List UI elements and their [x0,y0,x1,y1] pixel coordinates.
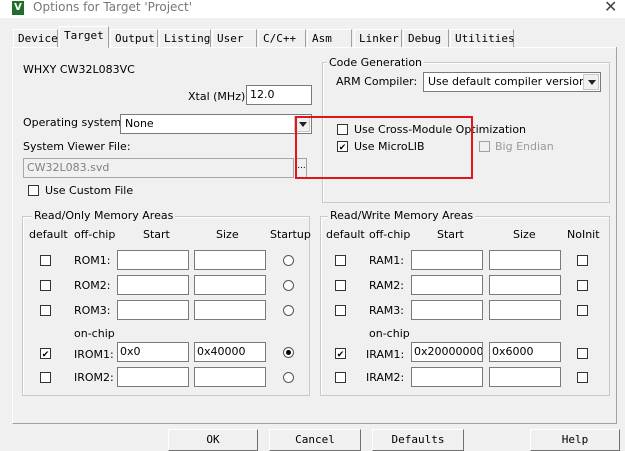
ram2-label: RAM2: [369,279,404,292]
rom2-start-input[interactable] [117,275,189,295]
big-endian-label: Big Endian [495,140,554,153]
tab-debug[interactable]: Debug [403,29,449,47]
rom-header-startup: Startup [270,228,311,241]
rom3-default-checkbox[interactable] [40,305,51,316]
rom3-label: ROM3: [74,304,111,317]
rom2-size-input[interactable] [194,275,266,295]
rom1-start-input[interactable] [117,250,189,270]
tab-target[interactable]: Target [59,26,109,48]
irom2-start-input[interactable] [117,367,189,387]
keil-app-icon: V [12,1,24,15]
tab-listing[interactable]: Listing [159,29,211,47]
irom2-label: IROM2: [74,371,114,384]
svf-input[interactable]: CW32L083.svd [23,158,294,178]
os-label: Operating system: [23,116,125,129]
ram-group-title: Read/Write Memory Areas [328,209,476,222]
iram1-size-input[interactable]: 0x6000 [489,342,561,362]
ram1-noinit-checkbox[interactable] [577,255,588,266]
iram2-default-checkbox[interactable] [335,372,346,383]
tab-linker[interactable]: Linker [354,29,402,47]
os-select[interactable]: None [120,114,312,134]
big-endian-checkbox[interactable] [479,141,490,152]
irom1-label: IROM1: [74,348,114,361]
iram2-size-input[interactable] [489,367,561,387]
ram-header-size: Size [513,228,536,241]
defaults-button[interactable]: Defaults [372,429,464,451]
iram1-label: IRAM1: [366,348,405,361]
ram1-label: RAM1: [369,254,404,267]
rom-header-offchip: off-chip [74,228,116,241]
ram3-default-checkbox[interactable] [335,305,346,316]
rom3-start-input[interactable] [117,300,189,320]
ram3-label: RAM3: [369,304,404,317]
irom2-size-input[interactable] [194,367,266,387]
ram-header-offchip: off-chip [369,228,411,241]
highlight-annotation-box [295,116,473,179]
rom-group-title: Read/Only Memory Areas [32,209,176,222]
code-generation-title: Code Generation [327,56,425,69]
rom2-label: ROM2: [74,279,111,292]
irom1-startup-radio[interactable] [283,347,294,358]
xtal-label: Xtal (MHz): [188,90,249,103]
rom1-label: ROM1: [74,254,111,267]
ram3-size-input[interactable] [489,300,561,320]
ram-header-noinit: NoInit [567,228,600,241]
rom1-size-input[interactable] [194,250,266,270]
rom-onchip-label: on-chip [74,327,115,340]
iram2-noinit-checkbox[interactable] [577,372,588,383]
irom2-startup-radio[interactable] [283,372,294,383]
ram3-noinit-checkbox[interactable] [577,305,588,316]
irom1-size-input[interactable]: 0x40000 [194,342,266,362]
chevron-down-icon[interactable] [583,74,599,90]
irom2-default-checkbox[interactable] [40,372,51,383]
window-title: Options for Target 'Project' [33,0,193,14]
iram1-start-input[interactable]: 0x20000000 [411,342,483,362]
ram2-noinit-checkbox[interactable] [577,280,588,291]
ram2-default-checkbox[interactable] [335,280,346,291]
ram2-size-input[interactable] [489,275,561,295]
iram1-default-checkbox[interactable] [335,348,346,359]
help-button[interactable]: Help [530,429,620,451]
iram1-noinit-checkbox[interactable] [577,348,588,359]
device-name: WHXY CW32L083VC [23,63,135,76]
tab-device[interactable]: Device [13,29,58,47]
tab-utilities[interactable]: Utilities [450,29,515,47]
tab-cc[interactable]: C/C++ [258,29,306,47]
custom-file-checkbox[interactable] [28,185,39,196]
xtal-input[interactable]: 12.0 [246,85,312,105]
rom2-startup-radio[interactable] [283,280,294,291]
rom1-default-checkbox[interactable] [40,255,51,266]
ram3-start-input[interactable] [411,300,483,320]
custom-file-label: Use Custom File [45,184,134,197]
ram-header-default: default [326,228,365,241]
compiler-label: ARM Compiler: [336,75,418,88]
rom2-default-checkbox[interactable] [40,280,51,291]
rom-header-size: Size [216,228,239,241]
ram1-default-checkbox[interactable] [335,255,346,266]
ram1-start-input[interactable] [411,250,483,270]
rom3-size-input[interactable] [194,300,266,320]
tab-user[interactable]: User [212,29,257,47]
rom-header-default: default [29,228,68,241]
ram-header-start: Start [437,228,464,241]
iram2-start-input[interactable] [411,367,483,387]
ok-button[interactable]: OK [168,429,258,451]
irom1-start-input[interactable]: 0x0 [117,342,189,362]
close-icon[interactable]: ✕ [604,0,617,16]
tab-output[interactable]: Output [110,29,158,47]
rom1-startup-radio[interactable] [283,255,294,266]
rom3-startup-radio[interactable] [283,305,294,316]
compiler-select[interactable]: Use default compiler version 5 [423,72,601,92]
iram2-label: IRAM2: [366,371,405,384]
ram-onchip-label: on-chip [369,327,410,340]
compiler-select-value: Use default compiler version 5 [428,75,597,88]
tab-asm[interactable]: Asm [307,29,352,47]
ram1-size-input[interactable] [489,250,561,270]
rom-header-start: Start [143,228,170,241]
ram2-start-input[interactable] [411,275,483,295]
svf-label: System Viewer File: [23,140,131,153]
cancel-button[interactable]: Cancel [269,429,361,451]
os-select-value: None [125,117,154,130]
irom1-default-checkbox[interactable] [40,348,51,359]
